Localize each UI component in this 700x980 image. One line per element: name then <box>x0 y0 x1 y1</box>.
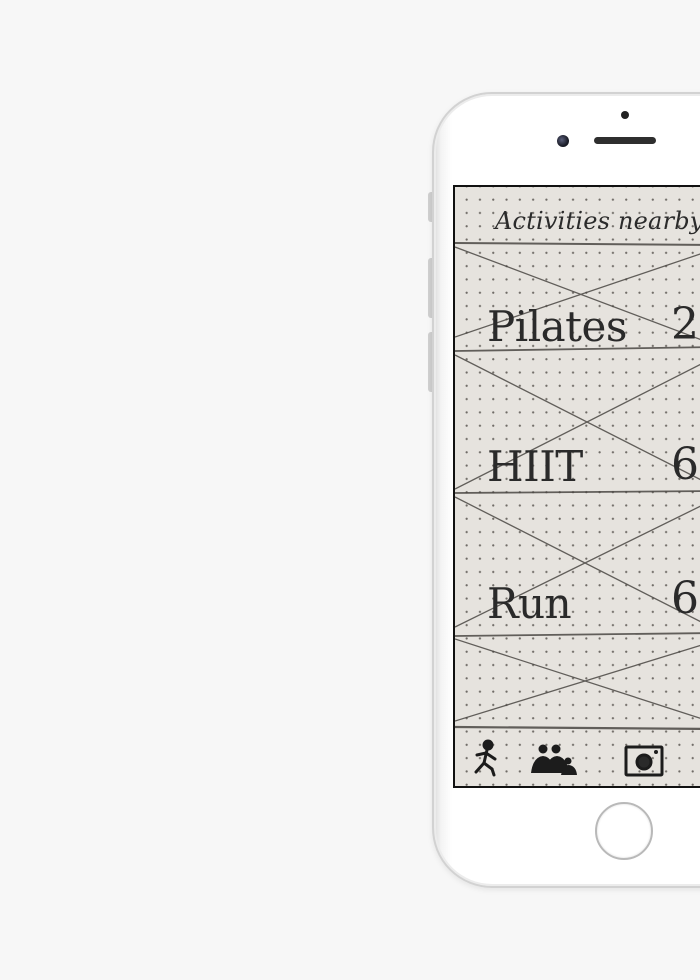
earpiece-speaker <box>594 137 656 144</box>
home-button[interactable] <box>595 802 653 860</box>
activity-count-run: 6 <box>671 573 699 624</box>
camera-icon[interactable] <box>623 739 667 781</box>
activity-name-hiit[interactable]: HIIT <box>487 442 583 491</box>
activity-name-pilates[interactable]: Pilates <box>487 302 627 351</box>
app-screen: Activities nearby Pilates 2 HIIT 6 Run 6 <box>453 185 700 788</box>
runner-icon[interactable] <box>469 739 501 781</box>
stage: Activities nearby Pilates 2 HIIT 6 Run 6 <box>0 0 700 980</box>
group-icon[interactable] <box>529 739 581 781</box>
proximity-sensor <box>621 111 629 119</box>
activity-name-run[interactable]: Run <box>487 579 572 628</box>
activity-count-hiit: 6 <box>671 439 699 490</box>
page-title: Activities nearby <box>495 207 700 235</box>
front-camera-icon <box>557 135 569 147</box>
activity-count-pilates: 2 <box>671 299 699 350</box>
